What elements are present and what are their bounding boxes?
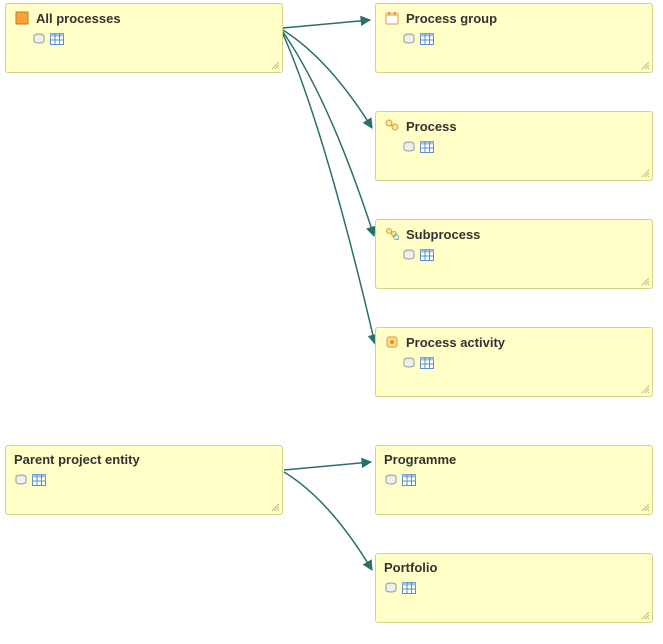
resize-grip-icon[interactable] xyxy=(640,610,650,620)
connector xyxy=(283,34,375,344)
resize-grip-icon[interactable] xyxy=(640,276,650,286)
table-icon[interactable] xyxy=(420,140,434,154)
magnify-circles-icon xyxy=(384,226,400,242)
table-icon[interactable] xyxy=(50,32,64,46)
database-icon[interactable] xyxy=(402,32,416,46)
database-icon[interactable] xyxy=(402,140,416,154)
node-portfolio[interactable]: Portfolio xyxy=(375,553,653,623)
table-icon[interactable] xyxy=(402,473,416,487)
square-orange-icon xyxy=(14,10,30,26)
node-process-activity[interactable]: Process activity xyxy=(375,327,653,397)
activity-icon xyxy=(384,334,400,350)
table-icon[interactable] xyxy=(420,248,434,262)
table-icon[interactable] xyxy=(402,581,416,595)
database-icon[interactable] xyxy=(32,32,46,46)
circles-icon xyxy=(384,118,400,134)
node-title: Programme xyxy=(384,452,456,467)
resize-grip-icon[interactable] xyxy=(270,502,280,512)
calendar-icon xyxy=(384,10,400,26)
node-process-group[interactable]: Process group xyxy=(375,3,653,73)
resize-grip-icon[interactable] xyxy=(640,384,650,394)
database-icon[interactable] xyxy=(402,248,416,262)
node-parent-project-entity[interactable]: Parent project entity xyxy=(5,445,283,515)
node-subprocess[interactable]: Subprocess xyxy=(375,219,653,289)
node-title: Process xyxy=(406,119,457,134)
node-title: Subprocess xyxy=(406,227,480,242)
connector xyxy=(284,472,372,570)
node-title: Process group xyxy=(406,11,497,26)
connector xyxy=(283,30,372,128)
node-title: Process activity xyxy=(406,335,505,350)
node-title: Portfolio xyxy=(384,560,437,575)
table-icon[interactable] xyxy=(420,356,434,370)
database-icon[interactable] xyxy=(384,581,398,595)
resize-grip-icon[interactable] xyxy=(640,502,650,512)
node-process[interactable]: Process xyxy=(375,111,653,181)
table-icon[interactable] xyxy=(32,473,46,487)
connector xyxy=(283,32,374,236)
table-icon[interactable] xyxy=(420,32,434,46)
connector xyxy=(284,462,371,470)
database-icon[interactable] xyxy=(14,473,28,487)
node-title: Parent project entity xyxy=(14,452,140,467)
node-programme[interactable]: Programme xyxy=(375,445,653,515)
resize-grip-icon[interactable] xyxy=(640,168,650,178)
resize-grip-icon[interactable] xyxy=(270,60,280,70)
database-icon[interactable] xyxy=(402,356,416,370)
connector-layer xyxy=(0,0,663,644)
node-all-processes[interactable]: All processes xyxy=(5,3,283,73)
database-icon[interactable] xyxy=(384,473,398,487)
resize-grip-icon[interactable] xyxy=(640,60,650,70)
node-title: All processes xyxy=(36,11,121,26)
connector xyxy=(283,20,370,28)
